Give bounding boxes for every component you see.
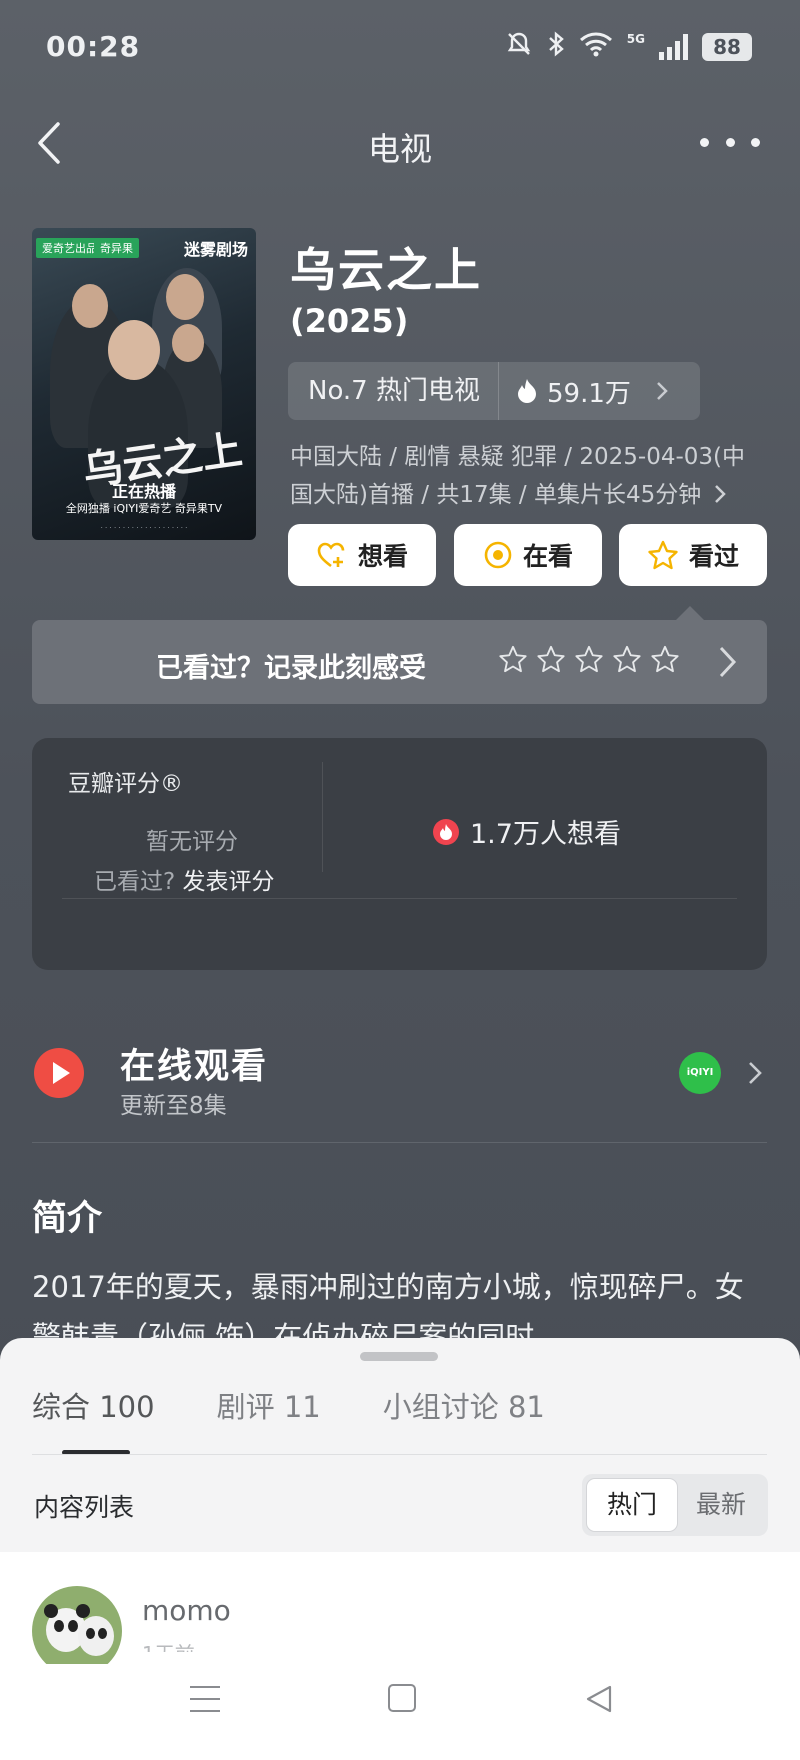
online-watch-subtitle: 更新至8集 <box>120 1093 227 1119</box>
status-icons: 5G 88 <box>505 30 752 64</box>
rank-label: No.7 热门电视 <box>288 362 499 420</box>
post-username[interactable]: momo <box>142 1594 231 1627</box>
heart-plus-icon <box>317 542 345 568</box>
poster-badge: 爱奇艺出品 <box>36 238 103 258</box>
douban-rating-label: 豆瓣评分® <box>68 771 183 797</box>
top-nav: 电视 <box>0 100 800 190</box>
want-count: 1.7万人想看 <box>432 812 621 851</box>
star-outline-icon[interactable] <box>612 644 642 674</box>
tab-count: 81 <box>507 1390 545 1424</box>
page-title: 电视 <box>367 130 432 168</box>
status-time: 00:28 <box>46 30 141 63</box>
content-list-label: 内容列表 <box>34 1493 135 1522</box>
heat-value: 59.1万 <box>546 378 631 409</box>
status-bar: 00:28 5G 88 <box>0 0 800 90</box>
signal-icon <box>659 34 688 60</box>
want-button[interactable]: 想看 <box>288 524 436 586</box>
star-icon <box>648 540 678 570</box>
target-icon <box>484 541 512 569</box>
record-prompt: 已看过？记录此刻感受 <box>156 653 426 684</box>
wifi-icon <box>579 31 613 63</box>
watched-button[interactable]: 看过 <box>619 524 767 586</box>
synopsis-text: 2017年的夏天，暴雨冲刷过的南方小城，惊现碎尸。女警韩青（孙俪 饰）在侦办碎尸… <box>32 1270 744 1340</box>
poster-face <box>108 320 160 380</box>
system-nav-bar <box>0 1664 800 1760</box>
online-watch-title: 在线观看 <box>120 1047 269 1087</box>
rating-card: 豆瓣评分® 暂无评分 已看过? 发表评分 1.7万人想看 <box>32 738 767 970</box>
watching-button[interactable]: 在看 <box>454 524 602 586</box>
sort-toggle: 热门 最新 <box>582 1474 768 1536</box>
want-label: 想看 <box>357 542 408 571</box>
show-year: (2025) <box>290 302 409 340</box>
sort-new-button[interactable]: 最新 <box>678 1478 764 1532</box>
watched-question: 已看过? <box>94 869 176 895</box>
tab-label: 小组讨论 <box>382 1390 499 1424</box>
callout-pointer <box>676 606 704 620</box>
online-watch-row[interactable]: 在线观看 更新至8集 iQIYI <box>32 1028 767 1128</box>
poster-credits: · · · · · · · · · · · · · · · · · · · · <box>100 524 188 532</box>
bluetooth-icon <box>547 30 565 64</box>
tab-group-discussions[interactable]: 小组讨论 81 <box>383 1384 545 1426</box>
watched-label: 看过 <box>688 542 739 571</box>
poster-status: 正在热播 <box>111 482 176 501</box>
menu-icon[interactable] <box>190 1686 220 1712</box>
want-count-text: 1.7万人想看 <box>470 819 621 850</box>
watching-label: 在看 <box>522 542 573 571</box>
heat-value-container: 59.1万 <box>499 373 669 410</box>
no-rating-text: 暂无评分 <box>146 829 238 855</box>
chevron-right-icon <box>714 485 726 503</box>
network-type: 5G <box>626 32 645 46</box>
mute-bell-icon <box>505 30 533 64</box>
avatar[interactable] <box>32 1586 122 1676</box>
show-title: 乌云之上 <box>290 243 482 297</box>
tab-label: 剧评 <box>216 1390 275 1424</box>
rate-link[interactable]: 发表评分 <box>183 869 275 895</box>
chevron-right-icon <box>749 1062 762 1084</box>
tab-reviews[interactable]: 剧评 11 <box>217 1384 321 1426</box>
more-button[interactable] <box>700 122 760 162</box>
iqiyi-logo-icon: iQIYI <box>679 1052 721 1094</box>
flame-icon <box>517 379 536 403</box>
tab-count: 100 <box>99 1390 155 1424</box>
home-square-icon[interactable] <box>388 1684 416 1712</box>
sheet-drag-handle[interactable] <box>360 1352 438 1361</box>
sheet-divider <box>32 1454 767 1455</box>
tab-label: 综合 <box>32 1390 91 1424</box>
rating-card-divider <box>62 898 737 899</box>
star-outline-icon[interactable] <box>574 644 604 674</box>
star-outline-icon[interactable] <box>650 644 680 674</box>
back-triangle-icon[interactable] <box>584 1684 614 1714</box>
section-divider <box>32 1142 767 1143</box>
flame-badge-icon <box>433 818 459 845</box>
show-poster[interactable]: 爱奇艺出品 奇异果 迷雾剧场 乌云之上 正在热播 全网独播 iQIYI爱奇艺 奇… <box>32 228 256 540</box>
record-feeling-bar[interactable]: 已看过？记录此刻感受 <box>32 620 767 704</box>
poster-face <box>172 324 204 362</box>
poster-badge: 奇异果 <box>94 238 139 258</box>
sort-hot-button[interactable]: 热门 <box>586 1478 678 1532</box>
star-outline-icon[interactable] <box>536 644 566 674</box>
battery-indicator: 88 <box>702 33 752 61</box>
post-time: 1天前 <box>142 1638 195 1652</box>
rank-chip[interactable]: No.7 热门电视 59.1万 <box>288 362 700 420</box>
rate-prompt: 已看过? 发表评分 <box>94 862 275 896</box>
poster-face <box>72 284 108 328</box>
star-rating-input[interactable] <box>498 644 680 674</box>
play-icon <box>34 1048 84 1098</box>
poster-studio: 迷雾剧场 <box>183 240 248 259</box>
more-dots-icon <box>700 137 709 147</box>
sheet-tabs: 综合 100 剧评 11 小组讨论 81 <box>32 1384 545 1426</box>
star-outline-icon[interactable] <box>498 644 528 674</box>
show-meta[interactable]: 中国大陆 / 剧情 悬疑 犯罪 / 2025-04-03(中国大陆)首播 / 共… <box>290 438 760 514</box>
chevron-right-icon <box>719 646 737 678</box>
show-meta-text: 中国大陆 / 剧情 悬疑 犯罪 / 2025-04-03(中国大陆)首播 / 共… <box>290 444 746 508</box>
rating-divider <box>322 762 323 872</box>
chevron-right-icon <box>657 382 668 400</box>
tab-overall[interactable]: 综合 100 <box>32 1384 155 1426</box>
poster-platforms: 全网独播 iQIYI爱奇艺 奇异果TV <box>65 502 223 515</box>
poster-face <box>166 274 204 320</box>
synopsis-heading: 简介 <box>32 1199 103 1239</box>
tab-count: 11 <box>283 1390 321 1424</box>
